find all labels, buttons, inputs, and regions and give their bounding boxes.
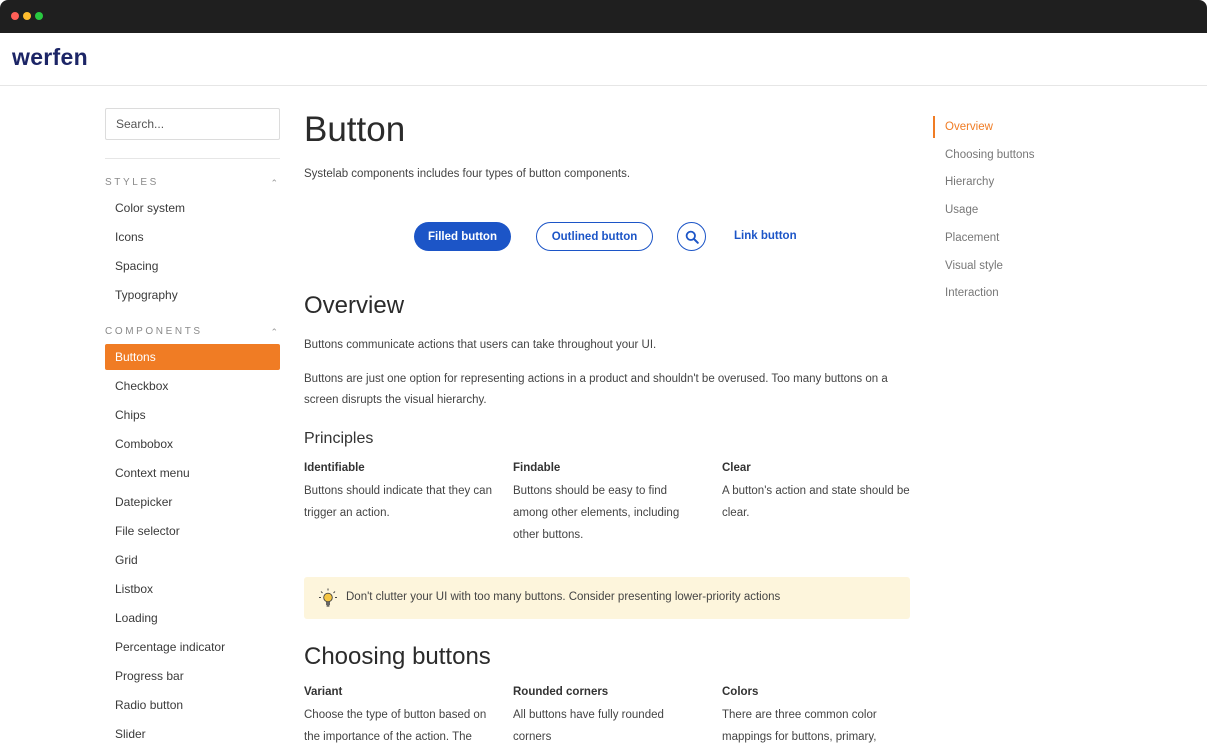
sidebar-item-listbox[interactable]: Listbox bbox=[105, 576, 280, 602]
toc-item-overview[interactable]: Overview bbox=[945, 121, 993, 133]
sidebar-item-slider[interactable]: Slider bbox=[105, 721, 280, 747]
toc-item-hierarchy[interactable]: Hierarchy bbox=[945, 176, 994, 188]
principle-title: Clear bbox=[722, 462, 751, 474]
principle-title: Findable bbox=[513, 462, 561, 474]
sidebar-item-context-menu[interactable]: Context menu bbox=[105, 460, 280, 486]
tip-callout: Don't clutter your UI with too many butt… bbox=[304, 577, 910, 619]
chevron-up-icon: ⌃ bbox=[270, 178, 278, 188]
maximize-window-dot[interactable] bbox=[35, 12, 43, 20]
principle-text: Buttons should be easy to find among oth… bbox=[513, 485, 680, 541]
sidebar-item-checkbox[interactable]: Checkbox bbox=[105, 373, 280, 399]
close-window-dot[interactable] bbox=[11, 12, 19, 20]
section-header-styles[interactable]: STYLES ⌃ bbox=[105, 177, 280, 193]
choosing-text: Choose the type of button based on the i… bbox=[304, 709, 487, 743]
toc-item-usage[interactable]: Usage bbox=[945, 204, 978, 216]
section-title-styles: STYLES bbox=[105, 177, 159, 188]
werfen-logo[interactable]: werfen bbox=[12, 44, 88, 71]
overview-paragraph-2: Buttons are just one option for represen… bbox=[304, 373, 888, 406]
link-button[interactable]: Link button bbox=[724, 222, 807, 251]
principle-identifiable: Identifiable Buttons should indicate tha… bbox=[304, 462, 494, 524]
section-header-components[interactable]: COMPONENTS ⌃ bbox=[105, 326, 280, 342]
choosing-title: Rounded corners bbox=[513, 686, 609, 698]
lightbulb-icon bbox=[319, 588, 337, 607]
principle-text: A button's action and state should be cl… bbox=[722, 485, 910, 519]
sidebar-item-chips[interactable]: Chips bbox=[105, 402, 280, 428]
sidebar-item-datepicker[interactable]: Datepicker bbox=[105, 489, 280, 515]
sidebar-item-spacing[interactable]: Spacing bbox=[105, 253, 280, 279]
sidebar-item-percentage-indicator[interactable]: Percentage indicator bbox=[105, 634, 280, 660]
sidebar-item-file-selector[interactable]: File selector bbox=[105, 518, 280, 544]
principle-clear: Clear A button's action and state should… bbox=[722, 462, 912, 524]
search-box bbox=[105, 108, 280, 140]
choosing-rounded-corners: Rounded corners All buttons have fully r… bbox=[513, 686, 703, 748]
toc-item-choosing-buttons[interactable]: Choosing buttons bbox=[945, 149, 1035, 161]
search-icon-button[interactable] bbox=[677, 222, 706, 251]
sidebar-item-progress-bar[interactable]: Progress bar bbox=[105, 663, 280, 689]
outlined-button[interactable]: Outlined button bbox=[536, 222, 653, 251]
choosing-variant: Variant Choose the type of button based … bbox=[304, 686, 494, 748]
toc-item-visual-style[interactable]: Visual style bbox=[945, 260, 1003, 272]
principles-heading: Principles bbox=[304, 430, 374, 447]
window-titlebar bbox=[0, 0, 1207, 33]
sidebar-item-loading[interactable]: Loading bbox=[105, 605, 280, 631]
principle-text: Buttons should indicate that they can tr… bbox=[304, 485, 492, 519]
sidebar-divider bbox=[105, 158, 280, 159]
intro-text: Systelab components includes four types … bbox=[304, 168, 631, 180]
search-icon bbox=[685, 230, 699, 244]
choosing-text: All buttons have fully rounded corners bbox=[513, 709, 664, 743]
button-demo-row: Filled button Outlined button Link butto… bbox=[304, 222, 910, 252]
choosing-colors: Colors There are three common color mapp… bbox=[722, 686, 912, 748]
choosing-buttons-heading: Choosing buttons bbox=[304, 643, 491, 670]
sidebar-item-buttons[interactable]: Buttons bbox=[105, 344, 280, 370]
toc-item-interaction[interactable]: Interaction bbox=[945, 287, 999, 299]
overview-heading: Overview bbox=[304, 292, 405, 319]
chevron-up-icon: ⌃ bbox=[270, 327, 278, 337]
sidebar-item-color-system[interactable]: Color system bbox=[105, 195, 280, 221]
sidebar-item-typography[interactable]: Typography bbox=[105, 282, 280, 308]
site-header: werfen bbox=[0, 33, 1207, 86]
page-title: Button bbox=[304, 110, 406, 149]
tip-text: Don't clutter your UI with too many butt… bbox=[346, 591, 781, 603]
toc-item-placement[interactable]: Placement bbox=[945, 232, 999, 244]
search-input[interactable] bbox=[106, 109, 279, 139]
principle-title: Identifiable bbox=[304, 462, 365, 474]
choosing-text: There are three common color mappings fo… bbox=[722, 709, 877, 743]
minimize-window-dot[interactable] bbox=[23, 12, 31, 20]
sidebar-item-combobox[interactable]: Combobox bbox=[105, 431, 280, 457]
filled-button[interactable]: Filled button bbox=[414, 222, 511, 251]
sidebar-item-grid[interactable]: Grid bbox=[105, 547, 280, 573]
sidebar-item-radio-button[interactable]: Radio button bbox=[105, 692, 280, 718]
choosing-title: Variant bbox=[304, 686, 343, 698]
overview-paragraph-1: Buttons communicate actions that users c… bbox=[304, 339, 657, 351]
sidebar-item-icons[interactable]: Icons bbox=[105, 224, 280, 250]
toc-active-indicator bbox=[933, 116, 935, 138]
section-title-components: COMPONENTS bbox=[105, 326, 203, 337]
principle-findable: Findable Buttons should be easy to find … bbox=[513, 462, 703, 546]
choosing-title: Colors bbox=[722, 686, 759, 698]
